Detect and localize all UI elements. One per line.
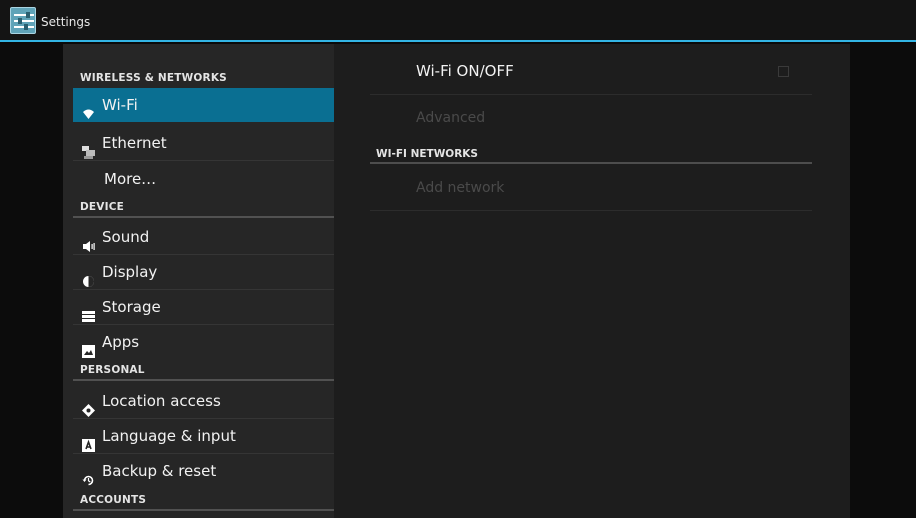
sidebar-item-sound[interactable]: Sound <box>73 220 334 254</box>
backup-icon <box>82 465 95 486</box>
wifi-settings-pane: Wi-Fi ON/OFF Advanced WI-FI NETWORKS Add… <box>334 44 850 518</box>
sidebar-item-label: Wi-Fi <box>102 96 138 114</box>
sidebar-item-label: Storage <box>102 298 161 316</box>
section-header-wireless: WIRELESS & NETWORKS <box>80 72 227 84</box>
sidebar-item-location[interactable]: Location access <box>73 384 334 418</box>
wifi-icon <box>82 99 95 119</box>
app-title: Settings <box>41 15 91 29</box>
wifi-toggle-checkbox[interactable] <box>778 66 789 77</box>
sidebar-item-storage[interactable]: Storage <box>73 290 334 324</box>
section-header-personal: PERSONAL <box>80 364 145 376</box>
section-rule <box>73 509 334 511</box>
storage-icon <box>82 301 95 322</box>
apps-icon <box>82 336 95 358</box>
section-rule <box>73 379 334 381</box>
sidebar-item-ethernet[interactable]: Ethernet <box>73 126 334 160</box>
divider <box>73 160 334 161</box>
left-gutter <box>0 44 63 518</box>
settings-list[interactable]: WIRELESS & NETWORKS Wi-Fi Ethernet More…… <box>63 44 334 518</box>
sidebar-item-backup[interactable]: Backup & reset <box>73 454 334 488</box>
sidebar-item-label: Display <box>102 263 158 281</box>
sidebar-item-wifi[interactable]: Wi-Fi <box>73 88 334 122</box>
wifi-networks-header: WI-FI NETWORKS <box>376 148 478 160</box>
sidebar-item-label: Ethernet <box>102 134 167 152</box>
section-rule <box>73 216 334 218</box>
section-header-accounts: ACCOUNTS <box>80 494 147 506</box>
divider <box>370 94 812 95</box>
speaker-icon <box>82 231 95 252</box>
settings-sliders-icon[interactable] <box>10 7 36 34</box>
action-bar: Settings <box>0 0 916 42</box>
ethernet-icon <box>82 137 95 159</box>
section-rule <box>370 162 812 164</box>
sidebar-item-apps[interactable]: Apps <box>73 325 334 359</box>
section-header-device: DEVICE <box>80 201 124 213</box>
sidebar-item-label: Sound <box>102 228 150 246</box>
wifi-toggle-label[interactable]: Wi-Fi ON/OFF <box>416 62 514 80</box>
advanced-item: Advanced <box>416 110 486 126</box>
sidebar-item-label: Language & input <box>102 427 236 445</box>
location-icon <box>82 395 95 417</box>
sidebar-item-more[interactable]: More… <box>73 162 334 196</box>
sidebar-item-label: Apps <box>102 333 140 351</box>
add-network-item: Add network <box>416 180 505 196</box>
sidebar-item-label: More… <box>104 170 157 188</box>
right-gutter <box>850 44 916 518</box>
sidebar-item-label: Location access <box>102 392 221 410</box>
divider <box>370 210 812 211</box>
sidebar-item-display[interactable]: Display <box>73 255 334 289</box>
keyboard-icon <box>82 430 95 452</box>
sidebar-item-language[interactable]: Language & input <box>73 419 334 453</box>
sidebar-item-label: Backup & reset <box>102 462 217 480</box>
display-icon <box>82 266 95 287</box>
